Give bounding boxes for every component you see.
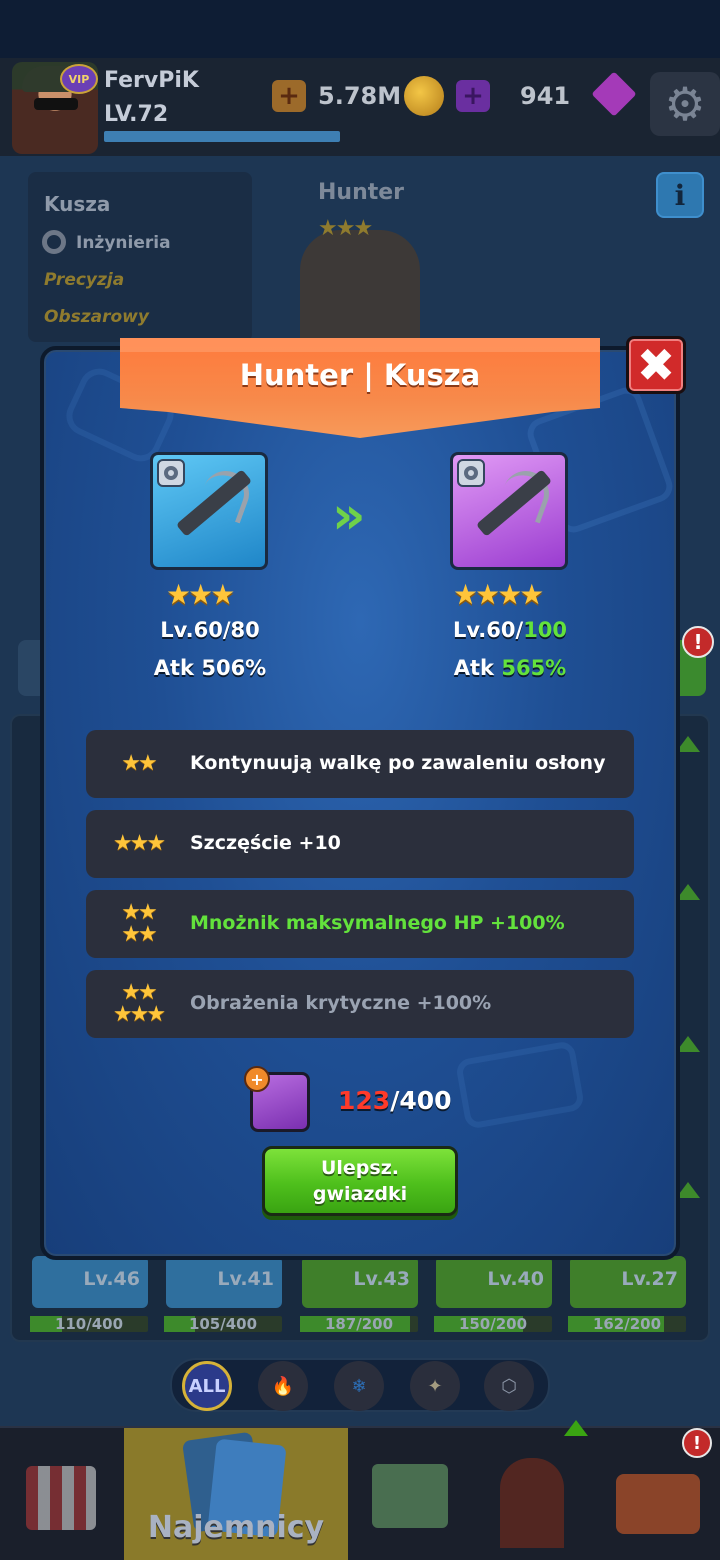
modal-title: Hunter | Kusza <box>239 358 481 392</box>
atk-label: Atk <box>153 656 202 680</box>
skill-stars-icon: ★★ ★★ <box>102 890 174 958</box>
close-icon: ✖ <box>636 338 676 392</box>
status-strip <box>0 0 720 58</box>
next-stars: ★★★★ <box>453 578 544 611</box>
weapon-current-tile <box>150 452 268 570</box>
skill-stars-bottom: ★★ <box>121 922 157 947</box>
skill-stars-bottom: ★★★ <box>112 1002 166 1027</box>
skill-stars-icon: ★★★ <box>102 810 174 878</box>
player-name: FervPiK <box>104 68 199 93</box>
skill-stars-top: ★★ <box>121 751 157 776</box>
title-banner-highlight <box>120 338 600 352</box>
upgrade-button-line2: gwiazdki <box>312 1183 408 1205</box>
skill-stars-top: ★★ <box>121 900 157 925</box>
chevron-right-icon: » <box>332 486 365 546</box>
gold-coin-icon <box>404 76 444 116</box>
current-level: Lv.60/80 <box>110 618 310 642</box>
add-shard-icon[interactable]: + <box>244 1066 270 1092</box>
add-gems-button[interactable]: + <box>456 80 490 112</box>
level-label: Lv.60/ <box>452 618 524 642</box>
atk-label: Atk <box>453 656 502 680</box>
shard-required: 400 <box>399 1086 452 1115</box>
shard-owned: 123 <box>338 1086 391 1115</box>
skill-text: Obrażenia krytyczne +100% <box>190 992 492 1014</box>
shard-count: 123/400 <box>338 1086 452 1115</box>
level-max: 100 <box>523 618 568 642</box>
skill-stars-icon: ★★ <box>102 730 174 798</box>
add-gold-button[interactable]: + <box>272 80 306 112</box>
skill-text: Kontynuują walkę po zawaleniu osłony <box>190 752 606 774</box>
star-skill-row: ★★ ★★★ Obrażenia krytyczne +100% <box>86 970 634 1038</box>
gear-icon: ⚙ <box>664 77 706 131</box>
vip-badge: VIP <box>60 64 98 94</box>
skill-stars-icon: ★★ ★★★ <box>102 970 174 1038</box>
shard-separator: / <box>390 1086 400 1115</box>
upgrade-stars-button[interactable]: Ulepsz. gwiazdki <box>262 1146 458 1216</box>
gem-amount: 941 <box>520 82 571 110</box>
star-skill-row: ★★★ Szczęście +10 <box>86 810 634 878</box>
atk-value: 506% <box>201 656 267 680</box>
gold-amount: 5.78M <box>318 82 402 110</box>
engineering-badge-icon <box>157 459 185 487</box>
star-skill-row: ★★ Kontynuują walkę po zawaleniu osłony <box>86 730 634 798</box>
current-stars: ★★★ <box>166 578 235 611</box>
skill-stars-top: ★★ <box>121 980 157 1005</box>
star-skill-row: ★★ ★★ Mnożnik maksymalnego HP +100% <box>86 890 634 958</box>
upgrade-button-line1: Ulepsz. <box>320 1157 399 1179</box>
atk-value: 565% <box>501 656 567 680</box>
level-max: 80 <box>230 618 260 642</box>
player-level: LV.72 <box>104 102 169 127</box>
avatar-glasses <box>34 98 78 110</box>
engineering-badge-icon <box>457 459 485 487</box>
current-attack: Atk 506% <box>110 656 310 680</box>
skill-text: Szczęście +10 <box>190 832 341 854</box>
skill-text: Mnożnik maksymalnego HP +100% <box>190 912 565 934</box>
weapon-next-tile <box>450 452 568 570</box>
skill-stars-top: ★★★ <box>112 831 166 856</box>
settings-button[interactable]: ⚙ <box>650 72 720 136</box>
level-label: Lv.60/ <box>160 618 231 642</box>
next-attack: Atk 565% <box>410 656 610 680</box>
close-button[interactable]: ✖ <box>626 336 686 394</box>
next-level: Lv.60/100 <box>410 618 610 642</box>
xp-bar <box>104 131 340 142</box>
